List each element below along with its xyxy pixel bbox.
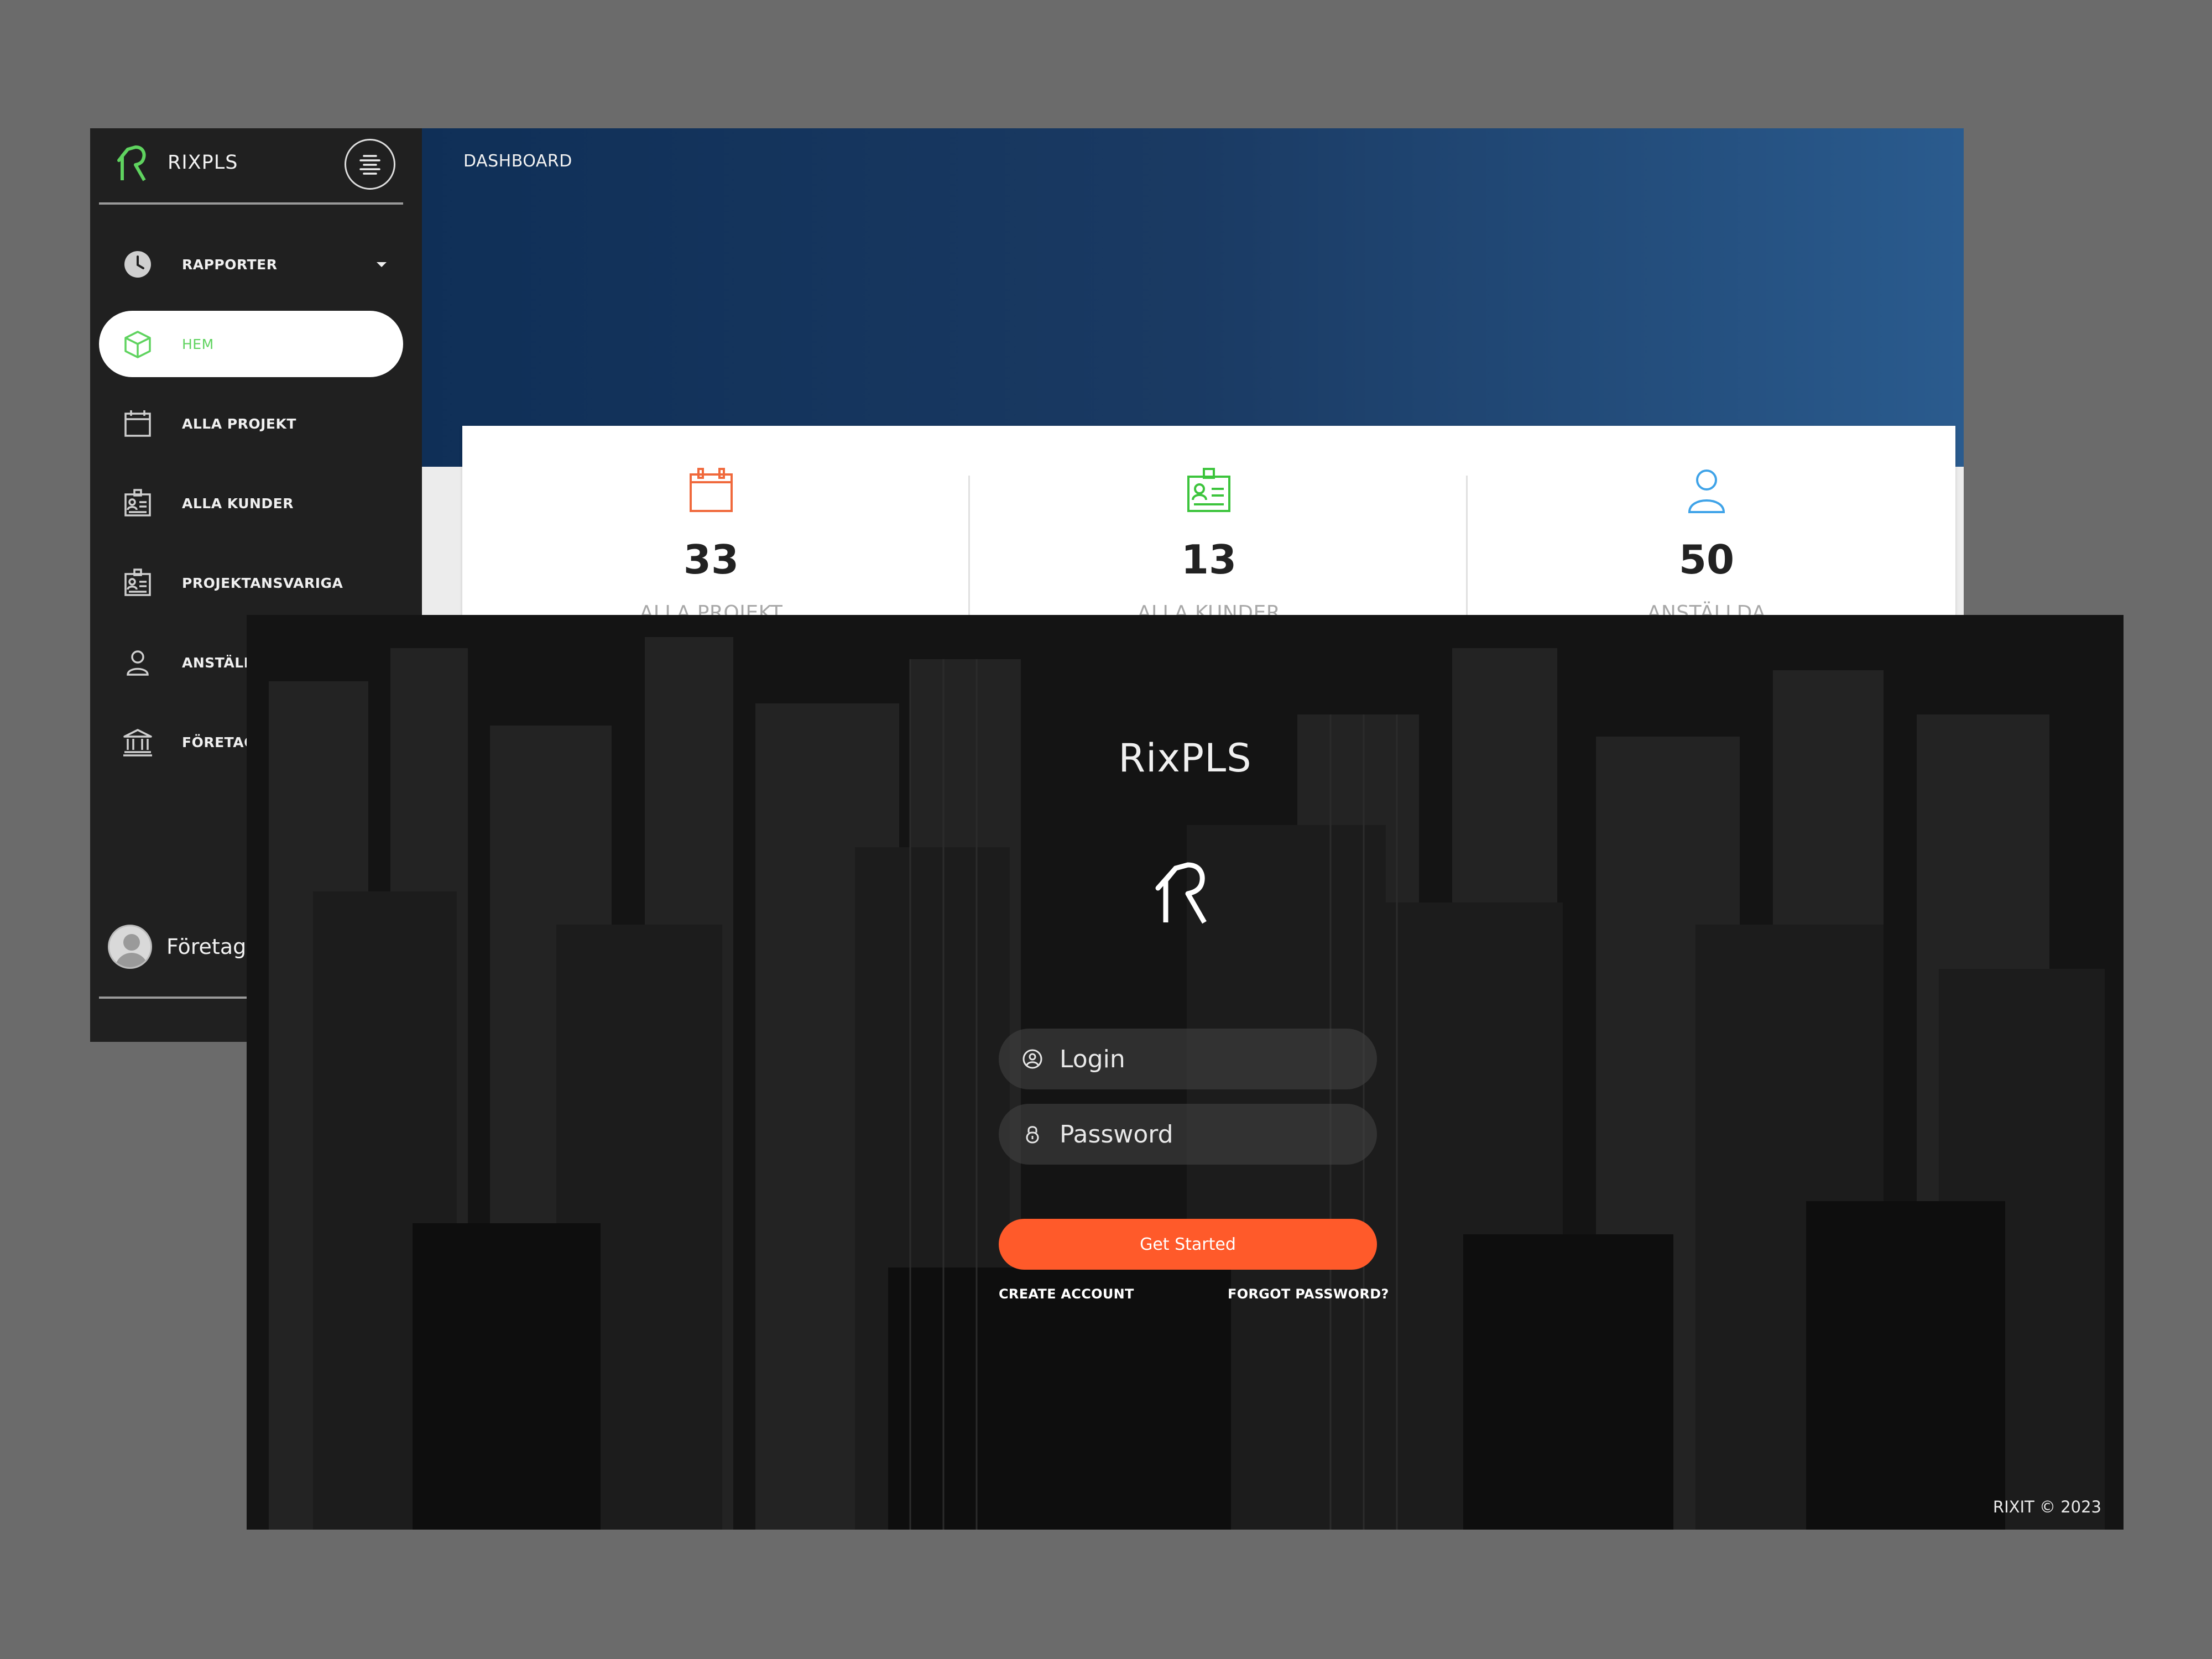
rixpls-logo-icon	[1155, 862, 1207, 924]
sidebar-item-hem[interactable]: HEM	[99, 311, 403, 377]
page-title: DASHBOARD	[463, 152, 572, 171]
avatar	[108, 925, 152, 969]
sidebar-user[interactable]: Företags	[108, 925, 257, 969]
sidebar-item-label: PROJEKTANSVARIGA	[182, 575, 343, 591]
clock-icon	[124, 251, 151, 278]
calendar-icon	[690, 468, 733, 512]
user-icon	[1688, 469, 1725, 513]
login-field[interactable]	[999, 1029, 1377, 1089]
sidebar-item-alla-kunder[interactable]: ALLA KUNDER	[99, 470, 403, 536]
stat-value: 13	[1181, 536, 1237, 583]
login-window: RixPLS Get Started CREATE ACCOUNT FORGOT…	[247, 615, 2124, 1530]
id-card-icon	[1187, 468, 1230, 512]
lock-icon	[1026, 1126, 1039, 1144]
cube-icon	[124, 331, 151, 358]
sidebar-brand: RIXPLS	[90, 128, 422, 206]
forgot-password-link[interactable]: FORGOT PASSWORD?	[1228, 1286, 1389, 1302]
id-card-icon	[124, 489, 151, 517]
menu-toggle-button[interactable]	[345, 139, 395, 190]
footer-copyright: RIXIT © 2023	[1992, 1498, 2101, 1516]
sidebar-item-projektansvariga[interactable]: PROJEKTANSVARIGA	[99, 550, 403, 616]
dashboard-header: DASHBOARD	[422, 128, 1964, 467]
sidebar-item-label: ALLA KUNDER	[182, 495, 294, 512]
get-started-button[interactable]: Get Started	[999, 1219, 1377, 1270]
sidebar-item-label: RAPPORTER	[182, 256, 278, 273]
sidebar-item-label: ALLA PROJEKT	[182, 415, 296, 432]
id-card-icon	[124, 568, 151, 596]
chevron-down-icon	[377, 262, 387, 267]
sidebar-item-label: HEM	[182, 336, 214, 352]
stat-value: 50	[1678, 536, 1735, 583]
create-account-link[interactable]: CREATE ACCOUNT	[999, 1286, 1134, 1302]
user-icon	[127, 650, 149, 676]
login-input[interactable]	[1060, 1045, 1347, 1073]
sidebar-item-rapporter[interactable]: RAPPORTER	[99, 231, 403, 298]
sidebar-divider	[99, 202, 403, 205]
login-title: RixPLS	[1118, 735, 1252, 781]
user-circle-icon	[1022, 1049, 1042, 1069]
sidebar-item-label: FÖRETAG	[182, 734, 256, 750]
rixpls-logo-icon	[117, 145, 146, 181]
calendar-icon	[124, 410, 151, 437]
password-field[interactable]	[999, 1104, 1377, 1165]
user-name: Företags	[166, 935, 258, 959]
brand-name: RIXPLS	[168, 152, 238, 174]
bank-icon	[123, 729, 152, 757]
stat-value: 33	[683, 536, 739, 583]
password-input[interactable]	[1060, 1120, 1347, 1149]
sidebar-item-alla-projekt[interactable]: ALLA PROJEKT	[99, 390, 403, 457]
menu-lines-icon	[359, 155, 380, 175]
